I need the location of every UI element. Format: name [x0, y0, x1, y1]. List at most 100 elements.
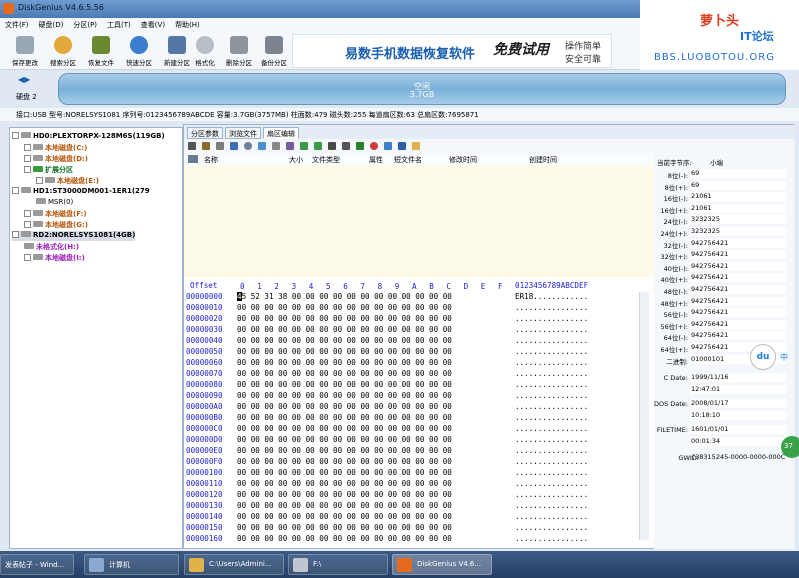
file-list-area[interactable] [184, 165, 654, 277]
hex-row-bytes[interactable]: 00 00 00 00 00 00 00 00 00 00 00 00 00 0… [237, 358, 452, 367]
col-name[interactable]: 名称 [204, 155, 218, 165]
inspector-value[interactable]: 942756421 [690, 319, 786, 329]
tab-sector-editor[interactable]: 扇区编辑 [263, 127, 299, 139]
hex-row-bytes[interactable]: 00 00 00 00 00 00 00 00 00 00 00 00 00 0… [237, 479, 452, 488]
export-icon[interactable] [384, 142, 392, 150]
backup-partition-button[interactable]: 备份分区 [254, 34, 294, 68]
hex-row[interactable]: 000000D0 00 00 00 00 00 00 00 00 00 00 00… [184, 435, 654, 446]
menu-view[interactable]: 查看(V) [136, 18, 170, 32]
col-shortname[interactable]: 短文件名 [394, 155, 422, 165]
menu-partition[interactable]: 分区(P) [68, 18, 102, 32]
collapse-icon[interactable] [12, 132, 19, 139]
collapse-icon[interactable] [24, 166, 31, 173]
hex-row-bytes[interactable]: 00 00 00 00 00 00 00 00 00 00 00 00 00 0… [237, 446, 452, 455]
hex-row-bytes[interactable]: 00 00 00 00 00 00 00 00 00 00 00 00 00 0… [237, 402, 452, 411]
col-created[interactable]: 创建时间 [529, 155, 557, 165]
hex-row[interactable]: 00000130 00 00 00 00 00 00 00 00 00 00 00… [184, 501, 654, 512]
taskbar-item-post[interactable]: 发表帖子 - Wind... [0, 554, 74, 575]
inspector-value[interactable]: 21061 [690, 192, 786, 202]
hex-row[interactable]: 00000000 45 52 31 38 00 00 00 00 00 00 00… [184, 292, 654, 303]
hex-row[interactable]: 00000060 00 00 00 00 00 00 00 00 00 00 00… [184, 358, 654, 369]
bookmark-icon[interactable] [286, 142, 294, 150]
hex-row[interactable]: 00000050 00 00 00 00 00 00 00 00 00 00 00… [184, 347, 654, 358]
tab-browse-files[interactable]: 浏览文件 [225, 127, 261, 139]
taskbar-item-computer[interactable]: 计算机 [84, 554, 179, 575]
hex-scrollbar[interactable] [639, 292, 649, 540]
open-icon[interactable] [202, 142, 210, 150]
hex-row-bytes[interactable]: 00 00 00 00 00 00 00 00 00 00 00 00 00 0… [237, 325, 452, 334]
hex-row[interactable]: 00000110 00 00 00 00 00 00 00 00 00 00 00… [184, 479, 654, 490]
hex-row[interactable]: 00000020 00 00 00 00 00 00 00 00 00 00 00… [184, 314, 654, 325]
expand-icon[interactable] [24, 144, 31, 151]
inspector-value[interactable]: 69 [690, 169, 786, 178]
inspector-value[interactable]: 942756421 [690, 331, 786, 341]
partition-block-free[interactable]: 空闲 3.7GB [58, 73, 786, 105]
up-icon[interactable] [314, 142, 322, 150]
tree-item-f[interactable]: 本地磁盘(F:) [24, 209, 87, 219]
tree-item-g[interactable]: 本地磁盘(G:) [24, 220, 88, 230]
taskbar-item-explorer[interactable]: C:\Users\Admini... [184, 554, 284, 575]
col-attr[interactable]: 属性 [369, 155, 383, 165]
save-icon[interactable] [188, 142, 196, 150]
hex-row-bytes[interactable]: 00 00 00 00 00 00 00 00 00 00 00 00 00 0… [237, 391, 452, 400]
hex-row[interactable]: 00000010 00 00 00 00 00 00 00 00 00 00 00… [184, 303, 654, 314]
taskbar-item-diskgenius[interactable]: DiskGenius V4.6... [392, 554, 492, 575]
copy-icon[interactable] [216, 142, 224, 150]
tree-item-d[interactable]: 本地磁盘(D:) [24, 154, 88, 164]
hex-row-bytes[interactable]: 00 00 00 00 00 00 00 00 00 00 00 00 00 0… [237, 435, 452, 444]
hex-row-bytes[interactable]: 00 00 00 00 00 00 00 00 00 00 00 00 00 0… [237, 457, 452, 466]
hex-row-bytes[interactable]: 00 00 00 00 00 00 00 00 00 00 00 00 00 0… [237, 336, 452, 345]
col-size[interactable]: 大小 [289, 155, 303, 165]
expand-icon[interactable] [36, 177, 43, 184]
tree-item-hd0[interactable]: HD0:PLEXTORPX-128M6S(119GB) [12, 132, 165, 142]
inspector-value[interactable]: 942756421 [690, 296, 786, 306]
hex-row-bytes[interactable]: 00 00 00 00 00 00 00 00 00 00 00 00 00 0… [237, 347, 452, 356]
sort-arrow-icon[interactable] [188, 155, 198, 163]
info-icon[interactable] [398, 142, 406, 150]
fill-icon[interactable] [342, 142, 350, 150]
collapse-icon[interactable] [12, 231, 19, 238]
collapse-icon[interactable] [12, 187, 19, 194]
hex-row[interactable]: 00000070 00 00 00 00 00 00 00 00 00 00 00… [184, 369, 654, 380]
tree-item-h[interactable]: 未格式化(H:) [24, 242, 79, 252]
find-next-icon[interactable] [258, 142, 266, 150]
inspector-value[interactable]: 942756421 [690, 273, 786, 283]
tab-partition-params[interactable]: 分区参数 [187, 127, 223, 139]
expand-icon[interactable] [24, 155, 31, 162]
tree-item-hd1[interactable]: HD1:ST3000DM001-1ER1(279 [12, 187, 150, 197]
hex-row[interactable]: 00000140 00 00 00 00 00 00 00 00 00 00 00… [184, 512, 654, 523]
hex-row-bytes[interactable]: 00 00 00 00 00 00 00 00 00 00 00 00 00 0… [237, 512, 452, 521]
hex-row-bytes[interactable]: 00 00 00 00 00 00 00 00 00 00 00 00 00 0… [237, 369, 452, 378]
inspector-value[interactable]: 942756421 [690, 250, 786, 260]
hex-row-bytes[interactable]: 00 00 00 00 00 00 00 00 00 00 00 00 00 0… [237, 468, 452, 477]
du-float-button[interactable]: du [750, 344, 776, 370]
save-changes-button[interactable]: 保存更改 [5, 34, 45, 68]
inspector-value[interactable]: 942756421 [690, 308, 786, 318]
taskbar-item-drive-f[interactable]: F:\ [288, 554, 388, 575]
disk-nav-arrows[interactable]: ◀▶ [18, 75, 30, 84]
hex-row-bytes[interactable]: 00 00 00 00 00 00 00 00 00 00 00 00 00 0… [237, 314, 452, 323]
recover-files-button[interactable]: 恢复文件 [81, 34, 121, 68]
menu-disk[interactable]: 硬盘(D) [34, 18, 69, 32]
hex-row[interactable]: 000000E0 00 00 00 00 00 00 00 00 00 00 00… [184, 446, 654, 457]
hex-row-bytes[interactable]: 00 00 00 00 00 00 00 00 00 00 00 00 00 0… [237, 303, 452, 312]
hex-row[interactable]: 000000F0 00 00 00 00 00 00 00 00 00 00 00… [184, 457, 654, 468]
hex-row-bytes[interactable]: 45 52 31 38 00 00 00 00 00 00 00 00 00 0… [237, 292, 452, 301]
inspector-value[interactable]: 21061 [690, 203, 786, 213]
inspector-value[interactable]: 942756421 [690, 261, 786, 271]
delete-partition-button[interactable]: 删除分区 [219, 34, 259, 68]
tree-item-i[interactable]: 本地磁盘(I:) [24, 253, 85, 263]
folder-icon[interactable] [412, 142, 420, 150]
search-partition-button[interactable]: 搜索分区 [43, 34, 83, 68]
hex-row[interactable]: 00000100 00 00 00 00 00 00 00 00 00 00 00… [184, 468, 654, 479]
tree-item-e[interactable]: 本地磁盘(E:) [36, 176, 99, 186]
hex-row-bytes[interactable]: 00 00 00 00 00 00 00 00 00 00 00 00 00 0… [237, 534, 452, 543]
quick-partition-button[interactable]: 快速分区 [119, 34, 159, 68]
hex-row-bytes[interactable]: 00 00 00 00 00 00 00 00 00 00 00 00 00 0… [237, 413, 452, 422]
menu-tools[interactable]: 工具(T) [102, 18, 136, 32]
search-icon[interactable] [244, 142, 252, 150]
expand-icon[interactable] [24, 221, 31, 228]
hex-row-bytes[interactable]: 00 00 00 00 00 00 00 00 00 00 00 00 00 0… [237, 424, 452, 433]
expand-icon[interactable] [24, 254, 31, 261]
hex-row-bytes[interactable]: 00 00 00 00 00 00 00 00 00 00 00 00 00 0… [237, 523, 452, 532]
